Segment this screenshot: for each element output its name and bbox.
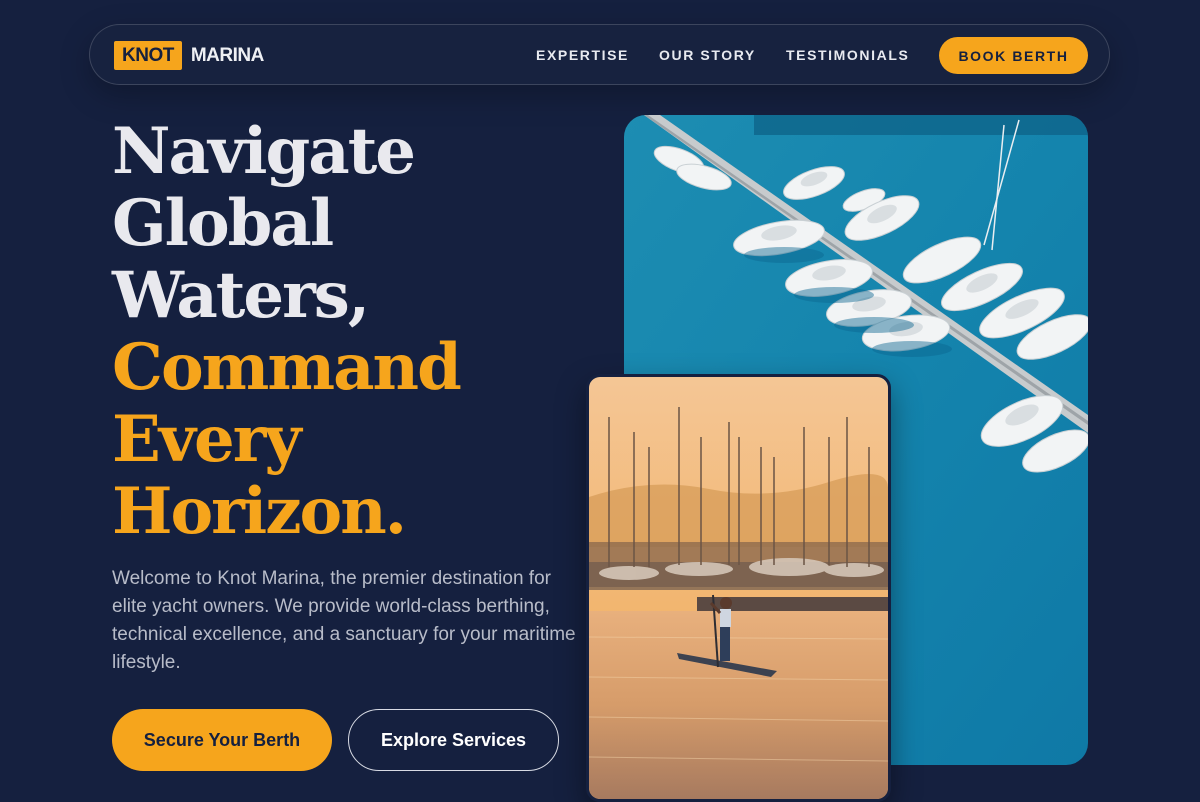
secure-berth-button[interactable]: Secure Your Berth xyxy=(112,709,332,771)
sunset-paddleboard-photo xyxy=(586,374,891,802)
nav-link-our-story[interactable]: OUR STORY xyxy=(659,47,756,63)
hero-description: Welcome to Knot Marina, the premier dest… xyxy=(112,568,576,673)
hero-title: Navigate Global Waters, Command Every Ho… xyxy=(112,114,462,549)
hero-title-accent-line: Every xyxy=(112,402,302,477)
hero-title-line: Waters, xyxy=(112,258,370,333)
hero-title-line: Global xyxy=(112,186,334,261)
logo-wordmark: MARINA xyxy=(190,44,265,66)
hero-title-accent-line: Horizon. xyxy=(112,474,407,549)
explore-services-button[interactable]: Explore Services xyxy=(348,709,559,771)
top-navigation: KNOT MARINA EXPERTISE OUR STORY TESTIMON… xyxy=(89,24,1110,85)
brand-logo[interactable]: KNOT MARINA xyxy=(114,41,264,70)
hero-title-line: Navigate xyxy=(112,114,416,189)
hero-title-accent-line: Command xyxy=(112,330,462,405)
nav-link-testimonials[interactable]: TESTIMONIALS xyxy=(786,47,909,63)
logo-badge: KNOT xyxy=(114,41,182,70)
book-berth-button[interactable]: BOOK BERTH xyxy=(939,37,1088,74)
nav-link-expertise[interactable]: EXPERTISE xyxy=(536,47,629,63)
